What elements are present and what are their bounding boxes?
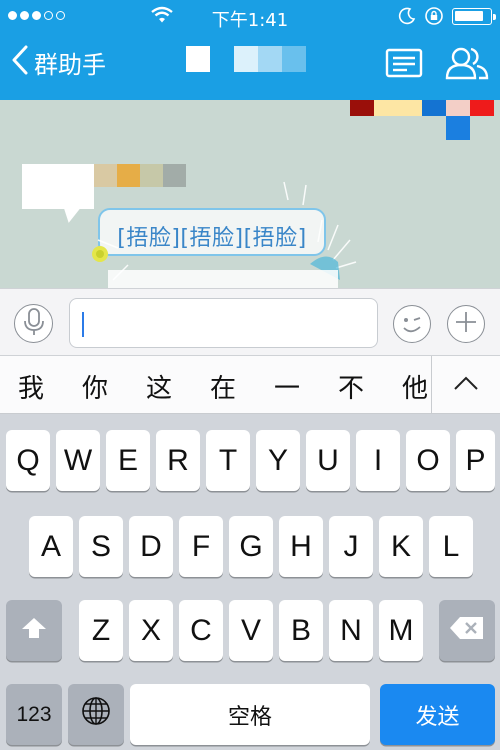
key[interactable]: G bbox=[229, 516, 273, 577]
title-redaction bbox=[234, 46, 258, 72]
candidate-word[interactable]: 一 bbox=[274, 368, 300, 405]
key[interactable]: Y bbox=[256, 430, 300, 491]
message-input[interactable] bbox=[69, 298, 378, 348]
key[interactable]: O bbox=[406, 430, 450, 491]
emoji-button[interactable] bbox=[393, 305, 431, 343]
back-button-label: 群助手 bbox=[34, 50, 106, 79]
key[interactable]: N bbox=[329, 600, 373, 661]
candidate-word[interactable]: 我 bbox=[18, 368, 44, 405]
redaction-pixel bbox=[446, 116, 470, 140]
key[interactable]: D bbox=[129, 516, 173, 577]
title-redaction bbox=[282, 46, 306, 72]
key[interactable]: F bbox=[179, 516, 223, 577]
more-actions-button[interactable] bbox=[447, 305, 485, 343]
globe-icon bbox=[81, 696, 111, 734]
menu-list-icon[interactable] bbox=[385, 48, 423, 82]
text-caret bbox=[82, 312, 84, 337]
key[interactable]: X bbox=[129, 600, 173, 661]
numbers-key[interactable]: 123 bbox=[6, 684, 62, 745]
shift-arrow-icon bbox=[20, 614, 48, 648]
input-bar bbox=[0, 288, 500, 356]
redaction-pixel bbox=[350, 100, 374, 116]
top-bar: 下午1:41 群助手 bbox=[0, 0, 500, 100]
title-redaction bbox=[258, 46, 282, 72]
status-bar: 下午1:41 bbox=[0, 0, 500, 32]
shift-key[interactable] bbox=[6, 600, 62, 661]
plus-icon bbox=[455, 311, 477, 337]
chat-area: [捂脸][捂脸][捂脸] bbox=[0, 100, 500, 288]
message-bubble-faded: [捂脸][捂脸][捂脸] bbox=[98, 208, 326, 256]
candidate-word[interactable]: 你 bbox=[82, 368, 108, 405]
voice-input-button[interactable] bbox=[14, 304, 53, 343]
candidate-bar: 我 你 这 在 一 不 他 bbox=[0, 356, 500, 414]
message-bubble bbox=[22, 164, 94, 209]
redaction-pixel bbox=[446, 100, 470, 116]
key[interactable]: V bbox=[229, 600, 273, 661]
key[interactable]: W bbox=[56, 430, 100, 491]
key[interactable]: I bbox=[356, 430, 400, 491]
key[interactable]: J bbox=[329, 516, 373, 577]
key[interactable]: Z bbox=[79, 600, 123, 661]
redaction-pixel bbox=[422, 100, 446, 116]
redaction-pixel bbox=[140, 164, 163, 187]
key[interactable]: B bbox=[279, 600, 323, 661]
redaction-pixel bbox=[374, 100, 398, 116]
battery-tip bbox=[493, 14, 496, 20]
globe-key[interactable] bbox=[68, 684, 124, 745]
battery-level bbox=[455, 11, 484, 21]
keyboard: Q W E R T Y U I O P A S D F G H J K L Z … bbox=[0, 414, 500, 750]
key[interactable]: S bbox=[79, 516, 123, 577]
key[interactable]: P bbox=[456, 430, 495, 491]
chevron-up-icon bbox=[453, 375, 479, 395]
redaction-pixel bbox=[470, 100, 494, 116]
group-members-icon[interactable] bbox=[444, 45, 490, 85]
candidate-word[interactable]: 在 bbox=[210, 368, 236, 405]
key[interactable]: A bbox=[29, 516, 73, 577]
redaction-pixel bbox=[94, 164, 117, 187]
delete-key[interactable] bbox=[439, 600, 495, 661]
key[interactable]: T bbox=[206, 430, 250, 491]
redaction-pixel bbox=[117, 164, 140, 187]
message-text: [捂脸][捂脸][捂脸] bbox=[117, 226, 307, 251]
key[interactable]: R bbox=[156, 430, 200, 491]
backspace-icon bbox=[449, 614, 485, 648]
title-redaction bbox=[186, 46, 210, 72]
key[interactable]: C bbox=[179, 600, 223, 661]
emoji-icon bbox=[394, 317, 430, 346]
microphone-icon bbox=[23, 307, 45, 340]
battery-icon bbox=[452, 8, 496, 25]
moon-icon bbox=[398, 7, 416, 30]
send-key[interactable]: 发送 bbox=[380, 684, 495, 745]
key[interactable]: E bbox=[106, 430, 150, 491]
key[interactable]: U bbox=[306, 430, 350, 491]
message-redaction bbox=[94, 164, 186, 187]
key[interactable]: K bbox=[379, 516, 423, 577]
key[interactable]: Q bbox=[6, 430, 50, 491]
space-key[interactable]: 空格 bbox=[130, 684, 370, 745]
key[interactable]: L bbox=[429, 516, 473, 577]
avatar-redaction bbox=[350, 100, 494, 116]
avatar-redaction bbox=[446, 116, 470, 140]
candidate-word[interactable]: 不 bbox=[338, 368, 364, 405]
candidate-word[interactable]: 这 bbox=[146, 368, 172, 405]
chevron-left-icon bbox=[10, 44, 30, 80]
rotation-lock-icon bbox=[424, 6, 444, 31]
redaction-pixel bbox=[398, 100, 422, 116]
key[interactable]: M bbox=[379, 600, 423, 661]
redaction-pixel bbox=[163, 164, 186, 187]
candidate-word[interactable]: 他 bbox=[402, 368, 428, 405]
key[interactable]: H bbox=[279, 516, 323, 577]
expand-candidates-button[interactable] bbox=[432, 356, 500, 414]
back-button[interactable]: 群助手 bbox=[10, 44, 106, 80]
